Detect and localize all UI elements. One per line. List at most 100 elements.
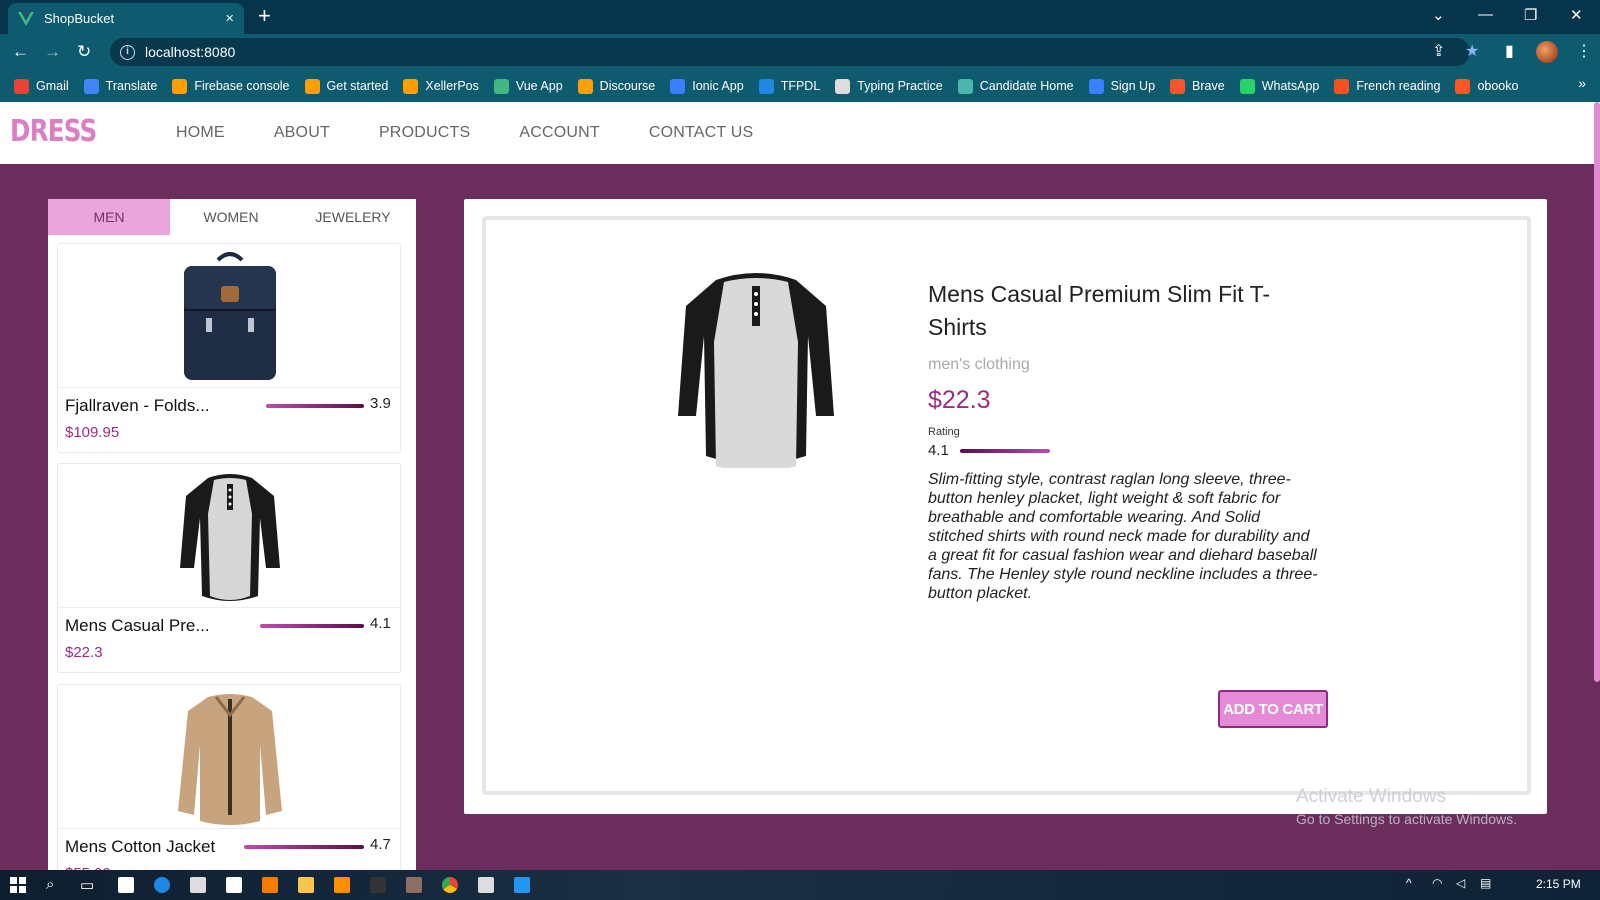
nav-products[interactable]: PRODUCTS bbox=[379, 124, 470, 142]
bookmark-label: Brave bbox=[1192, 79, 1225, 93]
product-detail-card: Mens Casual Premium Slim Fit T-Shirts me… bbox=[482, 216, 1531, 795]
brave-icon bbox=[1170, 78, 1186, 94]
cotton-jacket-image bbox=[178, 694, 282, 825]
url-input[interactable]: i localhost:8080 bbox=[110, 38, 1470, 66]
bookmark-item[interactable]: Translate bbox=[83, 78, 158, 94]
tab-close-icon[interactable]: × bbox=[225, 10, 234, 27]
product-image-box bbox=[58, 244, 400, 388]
candidate-icon bbox=[957, 78, 973, 94]
rating-bar bbox=[260, 624, 364, 628]
firebase-icon bbox=[577, 78, 593, 94]
product-card[interactable]: Fjallraven - Folds... 3.9 $109.95 bbox=[57, 243, 401, 453]
vscode-icon[interactable] bbox=[514, 877, 530, 893]
ionic-icon bbox=[670, 78, 686, 94]
tab-search-icon[interactable]: ⌄ bbox=[1432, 6, 1445, 24]
window-close-button[interactable]: ✕ bbox=[1570, 6, 1583, 24]
bookmark-item[interactable]: XellerPos bbox=[403, 78, 479, 94]
restore-button[interactable]: ❐ bbox=[1524, 6, 1537, 24]
tfpdl-icon bbox=[758, 78, 774, 94]
bookmark-item[interactable]: Ionic App bbox=[670, 78, 744, 94]
new-tab-button[interactable]: + bbox=[258, 3, 271, 29]
wifi-icon[interactable]: ◠ bbox=[1432, 876, 1442, 894]
bookmark-item[interactable]: French reading bbox=[1334, 78, 1441, 94]
bookmark-label: Get started bbox=[326, 79, 389, 93]
minimize-button[interactable]: — bbox=[1478, 6, 1493, 23]
product-image-box bbox=[58, 464, 400, 608]
file-icon[interactable] bbox=[226, 877, 242, 893]
search-icon[interactable]: ⌕ bbox=[46, 876, 54, 894]
bookmark-item[interactable]: obooko bbox=[1455, 78, 1519, 94]
bookmarks-more-icon[interactable]: » bbox=[1578, 75, 1586, 91]
task-view-icon[interactable]: ▭ bbox=[80, 876, 94, 894]
app-icon[interactable] bbox=[370, 877, 386, 893]
bookmark-label: Firebase console bbox=[194, 79, 290, 93]
vue-icon bbox=[493, 78, 509, 94]
bookmark-item[interactable]: Sign Up bbox=[1088, 78, 1155, 94]
file-icon[interactable] bbox=[118, 877, 134, 893]
browser-menu-icon[interactable]: ⋮ bbox=[1576, 41, 1592, 61]
product-price: $22.3 bbox=[65, 644, 103, 661]
add-to-cart-button[interactable]: ADD TO CART bbox=[1218, 690, 1328, 728]
bookmark-label: obooko bbox=[1477, 79, 1519, 93]
bookmark-label: XellerPos bbox=[425, 79, 479, 93]
product-card[interactable]: Mens Casual Pre... 4.1 $22.3 bbox=[57, 463, 401, 673]
product-name: Fjallraven - Folds... bbox=[65, 396, 210, 415]
bookmark-item[interactable]: Typing Practice bbox=[835, 78, 943, 94]
product-card[interactable]: Mens Cotton Jacket 4.7 $55.99 bbox=[57, 684, 401, 894]
henley-shirt-image bbox=[180, 474, 280, 601]
windows-taskbar: ⌕ ▭ ^ ◠ ◁ ▤ 2:15 PM bbox=[0, 870, 1600, 900]
bookmark-item[interactable]: Candidate Home bbox=[957, 78, 1074, 94]
bookmark-label: TFPDL bbox=[780, 79, 821, 93]
bookmark-item[interactable]: Gmail bbox=[14, 78, 69, 94]
nav-account[interactable]: ACCOUNT bbox=[519, 124, 600, 142]
url-text: localhost:8080 bbox=[145, 44, 236, 60]
taskbar-clock[interactable]: 2:15 PM bbox=[1536, 877, 1581, 891]
chrome-icon[interactable] bbox=[442, 877, 458, 893]
bookmark-item[interactable]: Discourse bbox=[577, 78, 655, 94]
bookmark-star-icon[interactable]: ★ bbox=[1465, 41, 1479, 61]
bookmark-item[interactable]: WhatsApp bbox=[1239, 78, 1319, 94]
bookmark-label: French reading bbox=[1356, 79, 1441, 93]
edge-icon[interactable] bbox=[154, 877, 170, 893]
volume-icon[interactable]: ◁ bbox=[1456, 876, 1465, 894]
sublime-icon[interactable] bbox=[262, 877, 278, 893]
nav-home[interactable]: HOME bbox=[176, 124, 225, 142]
tray-chevron-icon[interactable]: ^ bbox=[1406, 876, 1412, 894]
bookmark-item[interactable]: Firebase console bbox=[172, 78, 290, 94]
tab-jewelery[interactable]: JEWELERY bbox=[292, 199, 414, 235]
app-icon[interactable] bbox=[406, 877, 422, 893]
firebase-icon bbox=[172, 78, 188, 94]
bookmark-item[interactable]: Brave bbox=[1170, 78, 1225, 94]
share-icon[interactable]: ⇪ bbox=[1432, 41, 1445, 61]
profile-avatar[interactable] bbox=[1536, 41, 1558, 63]
vlc-icon[interactable] bbox=[334, 877, 350, 893]
rating-value: 3.9 bbox=[370, 395, 391, 412]
bookmark-item[interactable]: Get started bbox=[304, 78, 389, 94]
reload-icon[interactable]: ↻ bbox=[77, 42, 91, 62]
bookmark-item[interactable]: TFPDL bbox=[758, 78, 821, 94]
bookmark-label: Translate bbox=[105, 79, 158, 93]
nav-contact-us[interactable]: CONTACT US bbox=[649, 124, 754, 142]
product-list-panel: MEN WOMEN JEWELERY Fjallraven - Folds...… bbox=[48, 199, 416, 900]
windows-start-icon[interactable] bbox=[10, 876, 26, 894]
site-info-icon[interactable]: i bbox=[120, 44, 135, 60]
page-scrollbar[interactable] bbox=[1594, 102, 1600, 682]
side-panel-icon[interactable]: ▮ bbox=[1505, 41, 1514, 61]
forward-arrow-icon[interactable]: → bbox=[44, 42, 61, 62]
store-icon[interactable] bbox=[190, 877, 206, 893]
product-detail-panel: Mens Casual Premium Slim Fit T-Shirts me… bbox=[464, 199, 1547, 814]
bookmark-item[interactable]: Vue App bbox=[493, 78, 563, 94]
site-logo[interactable]: DRESS bbox=[10, 114, 97, 149]
nav-about[interactable]: ABOUT bbox=[274, 124, 330, 142]
app-icon[interactable] bbox=[478, 877, 494, 893]
bookmark-label: Candidate Home bbox=[979, 79, 1074, 93]
firebase-icon bbox=[304, 78, 320, 94]
rating-bar bbox=[266, 404, 364, 408]
tab-women[interactable]: WOMEN bbox=[170, 199, 292, 235]
tab-men[interactable]: MEN bbox=[48, 199, 170, 235]
notification-icon[interactable]: ▤ bbox=[1480, 876, 1491, 894]
folder-icon[interactable] bbox=[298, 877, 314, 893]
browser-tab[interactable]: ShopBucket × bbox=[8, 3, 244, 34]
back-arrow-icon[interactable]: ← bbox=[12, 42, 29, 62]
star-icon bbox=[1334, 78, 1350, 94]
